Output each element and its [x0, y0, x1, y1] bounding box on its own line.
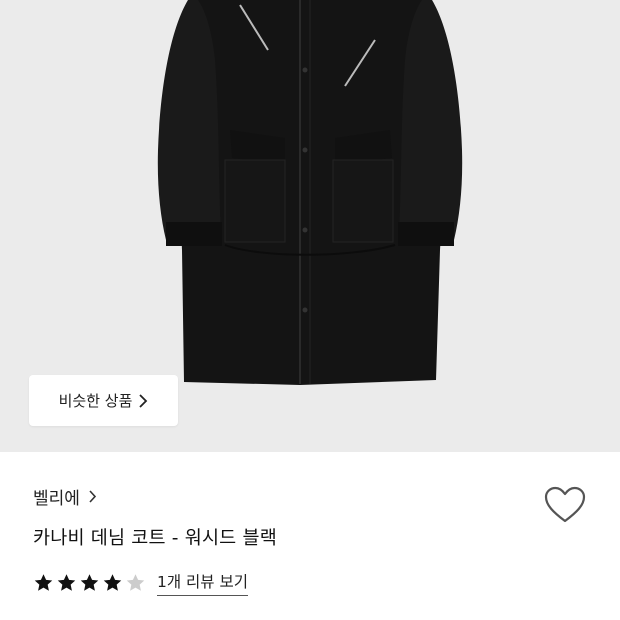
similar-products-label: 비슷한 상품	[58, 392, 133, 410]
star-icon	[103, 574, 122, 591]
product-title: 카나비 데님 코트 - 워시드 블랙	[33, 528, 277, 549]
chevron-right-icon	[138, 393, 148, 408]
star-icon	[126, 574, 145, 591]
wishlist-heart-icon[interactable]	[543, 485, 587, 525]
star-icon	[80, 574, 99, 591]
product-image[interactable]: 비슷한 상품	[0, 0, 620, 452]
chevron-right-icon	[88, 490, 97, 503]
star-rating	[33, 573, 148, 593]
star-icon	[34, 574, 53, 591]
similar-products-button[interactable]: 비슷한 상품	[29, 375, 178, 426]
brand-name: 벨리에	[33, 489, 80, 509]
rating-row: 1개 리뷰 보기	[33, 570, 249, 596]
brand-link[interactable]: 벨리에	[33, 484, 97, 509]
star-icon	[57, 574, 76, 591]
review-link[interactable]: 1개 리뷰 보기	[157, 570, 249, 596]
